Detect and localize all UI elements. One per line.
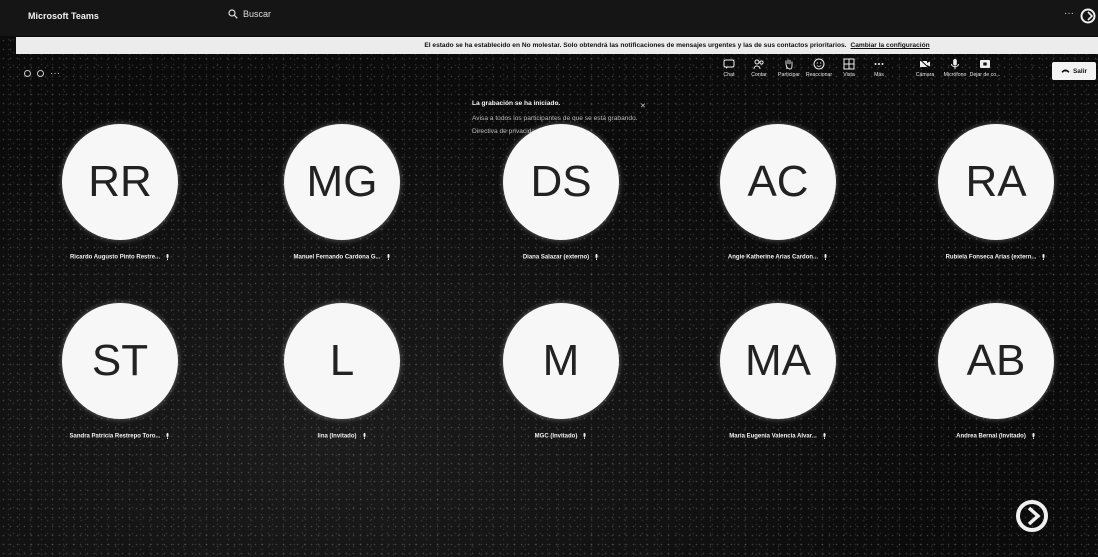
app-title: Microsoft Teams bbox=[28, 11, 99, 21]
participant-name: MGC (Invitado) bbox=[481, 433, 641, 440]
more-label: Más bbox=[874, 72, 884, 78]
share-icon bbox=[980, 60, 990, 68]
avatar: L bbox=[284, 303, 400, 419]
phone-icon bbox=[1061, 69, 1070, 73]
notification-banner: El estado se ha establecido en No molest… bbox=[16, 37, 1098, 54]
mic-muted-icon bbox=[387, 254, 389, 260]
participant-tile[interactable]: MA María Eugenia Valencia Alvar... bbox=[698, 303, 858, 440]
camera-button[interactable]: Cámara bbox=[912, 58, 938, 78]
mic-muted-icon bbox=[583, 433, 586, 439]
status-dot-icon bbox=[24, 70, 31, 77]
more-button[interactable]: Más bbox=[866, 58, 892, 78]
screen-noise bbox=[0, 0, 1098, 557]
search-label: Buscar bbox=[243, 9, 272, 19]
avatar: ST bbox=[62, 303, 178, 419]
mic-muted-icon bbox=[1042, 254, 1045, 260]
participant-tile[interactable]: AB Andrea Bernal (Invitado) bbox=[916, 303, 1076, 440]
avatar: AB bbox=[938, 303, 1054, 419]
chat-label: Chat bbox=[723, 72, 735, 78]
participant-tile[interactable]: RR Ricardo Augusto Pinto Restre... bbox=[40, 124, 200, 261]
close-icon[interactable]: ✕ bbox=[640, 102, 646, 110]
people-icon bbox=[753, 59, 764, 70]
chat-button[interactable]: Chat bbox=[716, 58, 742, 78]
view-label: Vista bbox=[843, 72, 855, 78]
mic-muted-icon bbox=[595, 254, 598, 260]
meeting-toolbar: Chat Contar Participar Reaccionar Vista … bbox=[716, 58, 1001, 78]
participate-label: Participar bbox=[778, 72, 800, 78]
participant-name: lina (Invitado) bbox=[262, 433, 422, 440]
avatar: DS bbox=[503, 124, 619, 240]
react-button[interactable]: Reaccionar bbox=[806, 58, 832, 78]
mic-muted-icon bbox=[166, 433, 169, 439]
microphone-button[interactable]: Micrófono bbox=[942, 58, 968, 78]
contar-button[interactable]: Contar bbox=[746, 58, 772, 78]
stop-sharing-label: Dejar de co... bbox=[969, 72, 1001, 78]
toolbar-separator bbox=[896, 58, 908, 78]
more-options-icon[interactable]: ··· bbox=[1064, 8, 1074, 19]
hand-icon bbox=[785, 59, 793, 70]
smiley-icon bbox=[813, 58, 825, 70]
avatar: RA bbox=[938, 124, 1054, 240]
participant-tile[interactable]: M MGC (Invitado) bbox=[481, 303, 641, 440]
status-dot-icon bbox=[37, 70, 44, 77]
participant-name: Diana Salazar (externo) bbox=[481, 254, 641, 261]
leave-label: Salir bbox=[1072, 67, 1088, 75]
mic-muted-icon bbox=[1032, 433, 1035, 439]
leave-button[interactable]: Salir bbox=[1052, 62, 1096, 80]
react-label: Reaccionar bbox=[805, 72, 833, 78]
change-settings-link[interactable]: Cambiar la configuración bbox=[850, 42, 929, 49]
mic-muted-icon bbox=[824, 254, 827, 260]
raise-hand-button[interactable]: Participar bbox=[776, 58, 802, 78]
grid-icon bbox=[843, 58, 855, 70]
participant-tile[interactable]: ST Sandra Patricia Restrepo Toro... bbox=[40, 303, 200, 440]
participant-name: Manuel Fernando Cardona G... bbox=[262, 254, 422, 261]
meeting-left-controls[interactable]: ··· bbox=[24, 68, 60, 79]
participant-name: Angie Katherine Arias Cardon... bbox=[698, 254, 858, 261]
contar-label: Contar bbox=[751, 72, 767, 78]
participant-name: Rubiela Fonseca Arias (extern... bbox=[916, 254, 1076, 261]
view-button[interactable]: Vista bbox=[836, 58, 862, 78]
search-box[interactable]: Buscar bbox=[228, 9, 271, 19]
participant-tile[interactable]: MG Manuel Fernando Cardona G... bbox=[262, 124, 422, 261]
participant-name: Sandra Patricia Restrepo Toro... bbox=[40, 433, 200, 440]
app-logo-icon bbox=[1080, 8, 1096, 24]
microphone-label: Micrófono bbox=[943, 72, 967, 78]
app-logo-icon bbox=[1016, 500, 1048, 532]
participant-name: María Eugenia Valencia Alvar... bbox=[698, 433, 858, 440]
participant-tile[interactable]: RA Rubiela Fonseca Arias (extern... bbox=[916, 124, 1076, 261]
title-bar: Microsoft Teams Buscar ··· bbox=[0, 0, 1098, 36]
toast-message: Avisa a todos los participantes de que s… bbox=[472, 115, 638, 122]
mic-muted-icon bbox=[363, 433, 365, 439]
avatar: MA bbox=[720, 303, 836, 419]
avatar: MG bbox=[284, 124, 400, 240]
participant-name: Andrea Bernal (Invitado) bbox=[916, 433, 1076, 440]
participant-tile[interactable]: L lina (Invitado) bbox=[262, 303, 422, 440]
mic-muted-icon bbox=[823, 433, 826, 439]
teams-meeting-screen: Microsoft Teams Buscar ··· El estado se … bbox=[0, 0, 1098, 557]
banner-text: El estado se ha establecido en No molest… bbox=[424, 42, 847, 49]
camera-label: Cámara bbox=[915, 72, 935, 78]
participant-name: Ricardo Augusto Pinto Restre... bbox=[40, 254, 200, 261]
participant-tile[interactable]: DS Diana Salazar (externo) bbox=[481, 124, 641, 261]
chat-icon bbox=[723, 59, 735, 69]
avatar: AC bbox=[720, 124, 836, 240]
avatar: M bbox=[503, 303, 619, 419]
mic-icon bbox=[951, 59, 959, 69]
stop-sharing-button[interactable]: Dejar de co... bbox=[969, 58, 1001, 78]
ellipsis-icon[interactable]: ··· bbox=[50, 68, 60, 79]
more-icon bbox=[874, 63, 884, 65]
avatar: RR bbox=[62, 124, 178, 240]
camera-icon bbox=[919, 58, 931, 70]
mic-muted-icon bbox=[166, 254, 169, 260]
participant-tile[interactable]: AC Angie Katherine Arias Cardon... bbox=[698, 124, 858, 261]
search-icon bbox=[228, 9, 238, 19]
